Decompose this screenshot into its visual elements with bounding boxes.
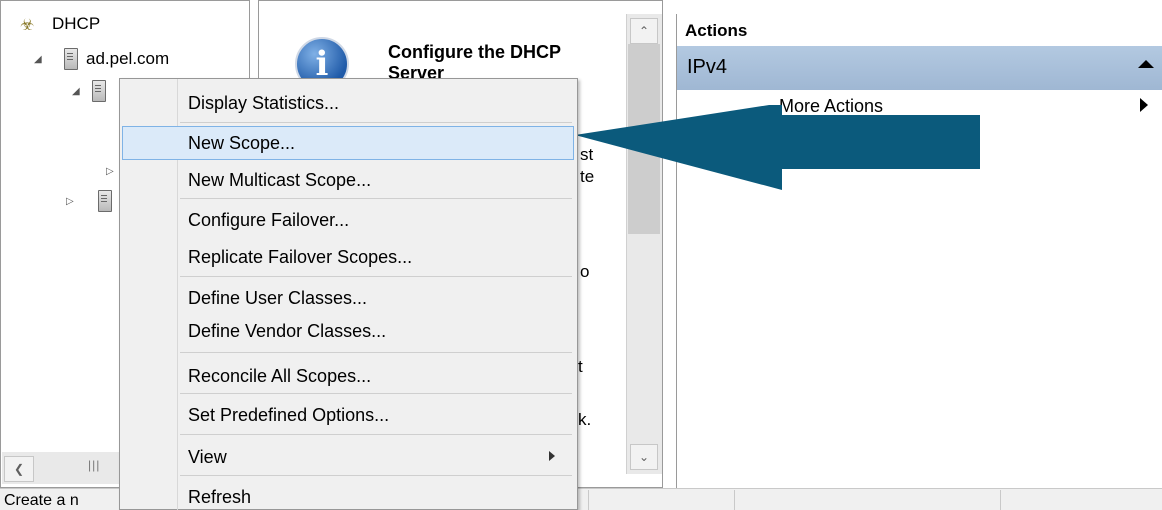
menu-separator (180, 352, 572, 353)
center-text-fragment: o (580, 262, 590, 281)
menu-item-refresh[interactable]: Refresh (122, 480, 574, 510)
menu-item-reconcile-all-scopes[interactable]: Reconcile All Scopes... (122, 359, 574, 393)
menu-separator (180, 393, 572, 394)
status-divider (588, 490, 589, 510)
collapse-caret-icon[interactable] (1138, 60, 1154, 68)
menu-separator (180, 434, 572, 435)
submenu-arrow-icon (1140, 98, 1148, 112)
tree-item-dhcp[interactable]: ☣ DHCP (20, 14, 100, 34)
center-text-fragment: t (578, 357, 583, 376)
status-divider (734, 490, 735, 510)
collapsed-triangle-icon[interactable]: ▷ (106, 166, 120, 177)
tree-item-server-label: ad.pel.com (86, 49, 170, 68)
menu-item-define-vendor-classes[interactable]: Define Vendor Classes... (122, 314, 574, 348)
status-divider (1000, 490, 1001, 510)
submenu-arrow-icon (549, 451, 555, 461)
scroll-down-button[interactable]: ⌄ (630, 444, 658, 470)
collapsed-triangle-icon[interactable]: ▷ (66, 196, 80, 207)
expanded-triangle-icon[interactable]: ◢ (34, 54, 48, 65)
tree-item-ipv6[interactable]: ▷ (66, 190, 120, 212)
menu-item-replicate-failover-scopes[interactable]: Replicate Failover Scopes... (122, 240, 574, 274)
menu-item-define-user-classes[interactable]: Define User Classes... (122, 281, 574, 315)
menu-separator (180, 198, 572, 199)
menu-separator (180, 475, 572, 476)
actions-header: Actions (677, 15, 1162, 45)
scroll-up-button[interactable]: ⌃ (630, 18, 658, 44)
menu-item-configure-failover[interactable]: Configure Failover... (122, 203, 574, 237)
tree-expander-collapsed[interactable]: ▷ (106, 166, 120, 177)
center-text-fragment: k. (578, 410, 592, 429)
pointer-arrow-icon (575, 105, 980, 190)
expanded-triangle-icon[interactable]: ◢ (72, 86, 86, 97)
menu-item-display-statistics[interactable]: Display Statistics... (122, 86, 574, 120)
menu-separator (180, 276, 572, 277)
menu-item-view[interactable]: View (122, 440, 574, 474)
actions-ipv4-label: IPv4 (687, 56, 728, 78)
menu-item-new-scope[interactable]: New Scope... (122, 126, 574, 160)
server-icon (64, 48, 78, 70)
ipv4-server-icon (92, 80, 106, 102)
scroll-left-button[interactable]: ❮ (4, 456, 34, 482)
ipv6-server-icon (98, 190, 112, 212)
tree-item-server[interactable]: ◢ ad.pel.com (34, 48, 169, 70)
tree-item-ipv4[interactable]: ◢ (72, 80, 114, 102)
tree-item-dhcp-label: DHCP (52, 14, 101, 33)
actions-ipv4-section[interactable]: IPv4 (677, 46, 1162, 90)
menu-separator (180, 122, 572, 123)
menu-item-set-predefined-options[interactable]: Set Predefined Options... (122, 398, 574, 432)
menu-item-new-multicast-scope[interactable]: New Multicast Scope... (122, 163, 574, 197)
dhcp-icon: ☣ (20, 17, 35, 34)
status-text: Create a n (4, 492, 79, 509)
